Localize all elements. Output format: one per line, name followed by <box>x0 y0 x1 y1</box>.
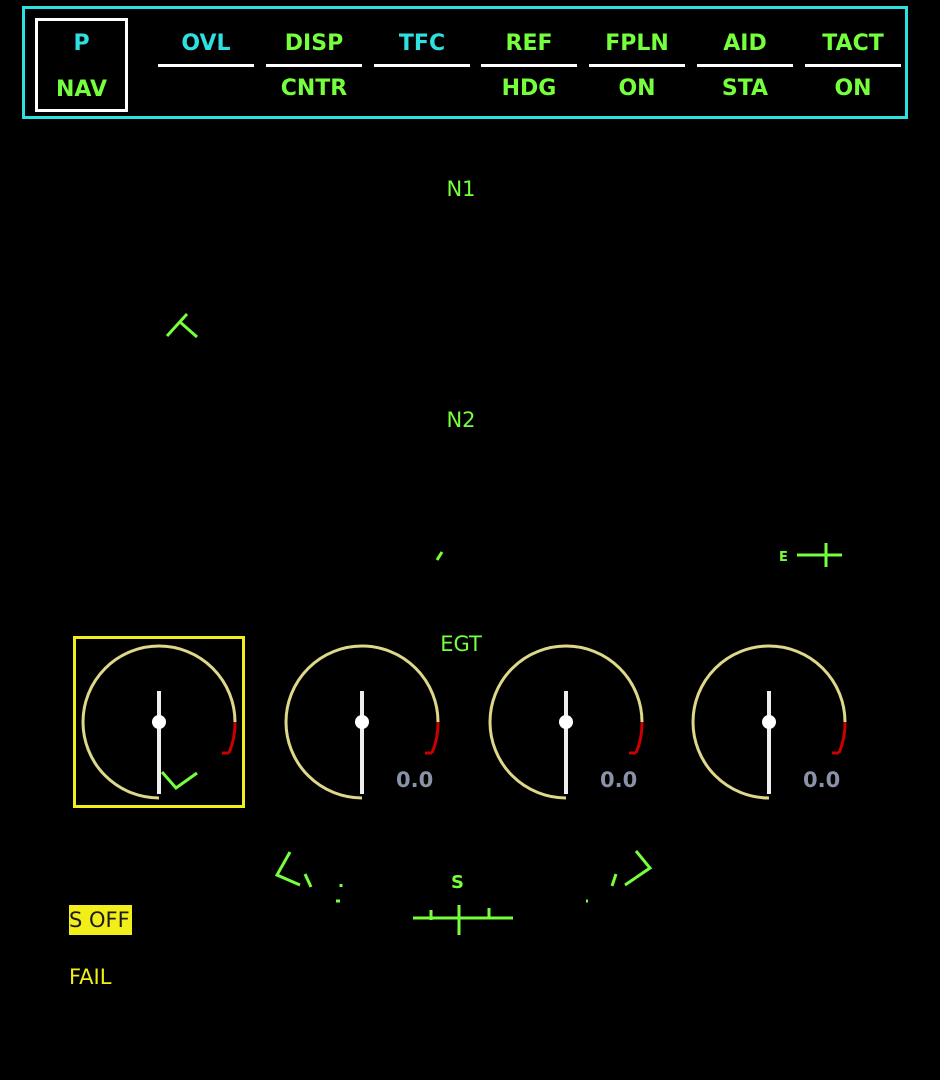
egt-gauge-2[interactable]: 0.0 <box>276 636 448 808</box>
hsi-left-tick-icon <box>274 851 313 888</box>
fail-message: FAIL <box>69 965 112 989</box>
egt-gauge-3[interactable]: 0.0 <box>480 636 652 808</box>
marker-cross-icon <box>797 543 842 567</box>
gauge-3-readout: 0.0 <box>600 768 638 792</box>
hsi-heading-scale-icon <box>413 905 513 935</box>
gauge-4-readout: 0.0 <box>803 768 841 792</box>
marker-letter: E <box>779 550 788 565</box>
hsi-right-tick-icon <box>610 850 653 887</box>
hsi-letter: S <box>451 872 464 893</box>
egt-gauge-1[interactable] <box>73 636 245 808</box>
n2-tick-icon <box>435 551 444 561</box>
gauge-2-readout: 0.0 <box>396 768 434 792</box>
egt-gauge-4[interactable]: 0.0 <box>683 636 855 808</box>
caution-message: S OFF <box>69 905 132 935</box>
gauge-select-box <box>73 636 245 808</box>
n1-chevron-icon <box>165 312 198 339</box>
symbology-layer: E S <box>165 312 842 935</box>
